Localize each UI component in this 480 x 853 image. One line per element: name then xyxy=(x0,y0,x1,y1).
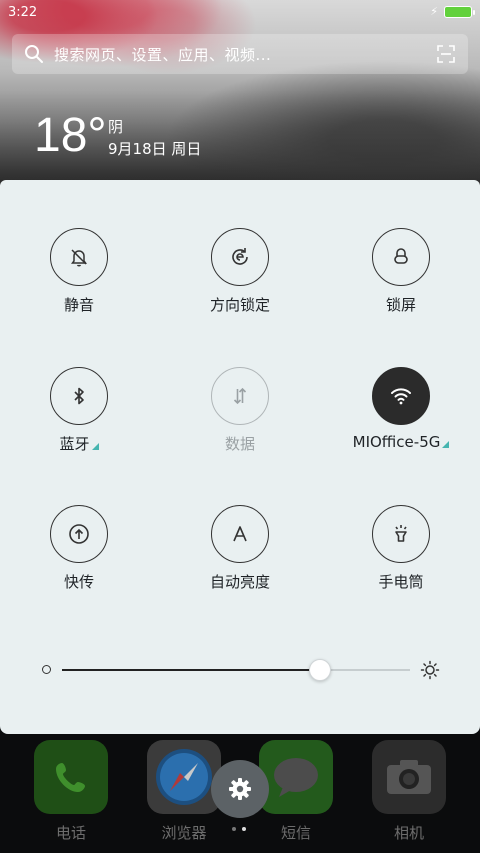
bolt-icon: ⚡ xyxy=(430,5,438,18)
toggle-rotation-lock[interactable]: 方向锁定 xyxy=(175,228,305,315)
brightness-high-icon xyxy=(420,660,440,680)
lock-icon xyxy=(394,248,408,264)
dock-app-label: 相机 xyxy=(393,824,424,842)
toggle-wifi-circle[interactable] xyxy=(372,367,430,425)
toggle-flashlight-label: 手电筒 xyxy=(378,573,424,591)
dock-app-camera[interactable]: 相机 xyxy=(369,740,449,843)
transfer-icon xyxy=(69,524,89,544)
toggle-auto-brightness[interactable]: 自动亮度 xyxy=(175,505,305,592)
search-bar[interactable]: 搜索网页、设置、应用、视频... xyxy=(12,34,468,74)
camera-app-icon[interactable] xyxy=(372,740,446,814)
status-icons: ⚡ xyxy=(430,5,475,18)
settings-button[interactable] xyxy=(211,760,269,818)
toggle-bluetooth-label: 蓝牙 xyxy=(59,433,99,454)
search-input[interactable]: 搜索网页、设置、应用、视频... xyxy=(54,44,436,65)
brightness-track[interactable] xyxy=(62,659,410,681)
bluetooth-icon xyxy=(74,387,84,405)
status-time: 3:22 xyxy=(8,5,38,20)
toggle-flashlight-circle[interactable] xyxy=(372,505,430,563)
page-dot xyxy=(232,827,236,831)
toggle-lock-screen-label: 锁屏 xyxy=(385,296,416,314)
dock-app-phone[interactable]: 电话 xyxy=(31,740,111,843)
toggle-auto-brightness-label: 自动亮度 xyxy=(209,573,270,591)
gear-icon xyxy=(229,778,251,800)
page-dot-active xyxy=(242,827,246,831)
dock-app-label: 浏览器 xyxy=(161,824,207,842)
rotation-lock-icon xyxy=(232,248,248,265)
toggle-auto-brightness-circle[interactable] xyxy=(211,505,269,563)
bell-off-icon xyxy=(71,249,87,267)
camera-icon xyxy=(387,760,431,794)
toggle-mute-label: 静音 xyxy=(63,296,94,314)
toggle-mobile-data[interactable]: 数据 xyxy=(175,367,305,454)
dock-app-label: 短信 xyxy=(280,824,311,842)
toggle-quick-transfer-label: 快传 xyxy=(63,573,94,591)
weather-condition: 阴 xyxy=(108,118,124,136)
browser-app-icon[interactable] xyxy=(147,740,221,814)
expand-indicator-icon xyxy=(91,443,99,450)
messages-app-icon[interactable] xyxy=(259,740,333,814)
message-icon xyxy=(274,758,318,797)
expand-indicator-icon xyxy=(442,441,450,448)
toggle-lock-screen[interactable]: 锁屏 xyxy=(336,228,466,315)
search-icon xyxy=(25,45,43,63)
brightness-knob[interactable] xyxy=(308,659,331,681)
toggle-bluetooth-circle[interactable] xyxy=(50,367,108,425)
toggle-wifi[interactable]: MIOffice-5G xyxy=(336,367,466,451)
weather-date: 9月18日 周日 xyxy=(108,140,202,158)
scan-icon[interactable] xyxy=(436,44,456,64)
phone-app-icon[interactable] xyxy=(34,740,108,814)
toggle-mobile-data-label: 数据 xyxy=(224,435,255,453)
flashlight-icon xyxy=(395,525,407,542)
toggle-mute-circle[interactable] xyxy=(50,228,108,286)
page-indicator xyxy=(232,827,246,831)
dock-app-label: 电话 xyxy=(55,824,86,842)
battery-icon xyxy=(444,5,475,18)
brightness-fill xyxy=(62,669,320,671)
brightness-low-icon xyxy=(42,665,51,674)
quick-settings-panel: 静音 方向锁定 锁屏 蓝牙 数据 MIOffice-5G 快传 自动亮度 手电筒 xyxy=(0,180,480,734)
weather-temperature: 18° xyxy=(34,109,107,162)
wifi-icon xyxy=(391,388,411,405)
toggle-rotation-lock-circle[interactable] xyxy=(211,228,269,286)
auto-brightness-icon xyxy=(233,526,247,542)
status-bar: 3:22 ⚡ xyxy=(0,0,480,26)
toggle-rotation-lock-label: 方向锁定 xyxy=(209,296,270,314)
mobile-data-icon xyxy=(233,387,247,405)
toggle-wifi-label: MIOffice-5G xyxy=(353,433,450,451)
toggle-mobile-data-circle[interactable] xyxy=(211,367,269,425)
brightness-slider[interactable] xyxy=(40,658,440,682)
toggle-mute[interactable]: 静音 xyxy=(14,228,144,315)
compass-icon xyxy=(156,749,212,805)
toggle-bluetooth[interactable]: 蓝牙 xyxy=(14,367,144,454)
toggle-quick-transfer[interactable]: 快传 xyxy=(14,505,144,592)
toggle-quick-transfer-circle[interactable] xyxy=(50,505,108,563)
phone-icon xyxy=(56,763,85,792)
toggle-lock-screen-circle[interactable] xyxy=(372,228,430,286)
toggle-flashlight[interactable]: 手电筒 xyxy=(336,505,466,592)
